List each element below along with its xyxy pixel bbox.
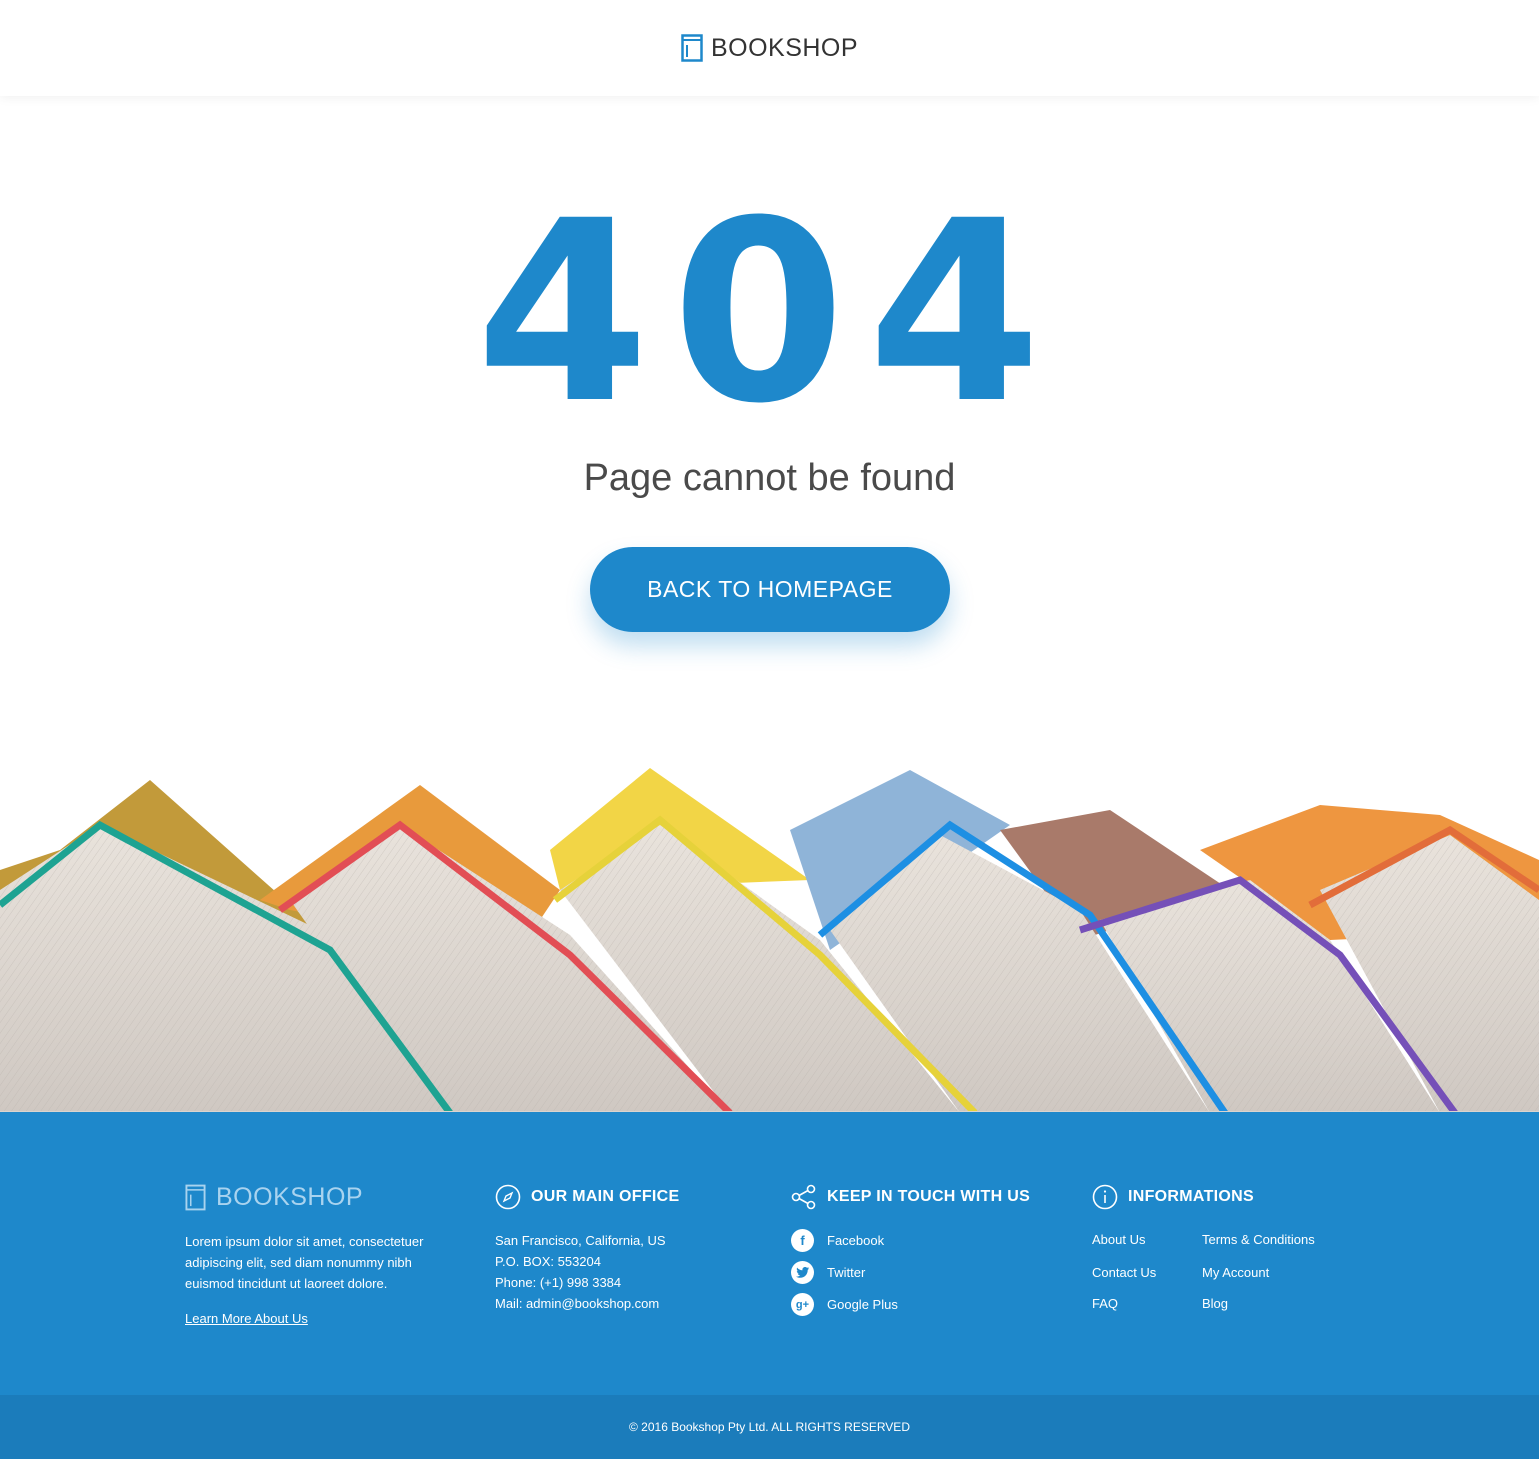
info-icon: [1092, 1184, 1118, 1210]
google-plus-label: Google Plus: [827, 1297, 898, 1312]
facebook-icon: f: [791, 1229, 814, 1252]
site-footer: BOOKSHOP Lorem ipsum dolor sit amet, con…: [0, 1112, 1539, 1395]
office-address: San Francisco, California, US: [495, 1233, 666, 1248]
compass-icon: [495, 1184, 521, 1210]
share-icon: [791, 1184, 816, 1210]
facebook-link[interactable]: f Facebook: [791, 1229, 884, 1252]
twitter-icon: [791, 1261, 814, 1284]
google-plus-link[interactable]: g+ Google Plus: [791, 1293, 898, 1316]
footer-brand[interactable]: BOOKSHOP: [185, 1182, 363, 1212]
twitter-label: Twitter: [827, 1265, 866, 1280]
about-us-link[interactable]: About Us: [1092, 1232, 1145, 1247]
footer-info-heading: INFORMATIONS: [1092, 1182, 1254, 1212]
twitter-link[interactable]: Twitter: [791, 1261, 865, 1284]
footer-info-title: INFORMATIONS: [1128, 1188, 1254, 1205]
footer-office-details: San Francisco, California, US P.O. BOX: …: [495, 1230, 666, 1314]
footer-social-title: KEEP IN TOUCH WITH US: [827, 1188, 1031, 1205]
footer-office-heading: OUR MAIN OFFICE: [495, 1182, 680, 1212]
site-header: BOOKSHOP: [0, 0, 1539, 96]
faq-link[interactable]: FAQ: [1092, 1296, 1118, 1311]
error-code: 404: [475, 167, 1064, 458]
terms-conditions-link[interactable]: Terms & Conditions: [1202, 1232, 1315, 1247]
footer-office-title: OUR MAIN OFFICE: [531, 1188, 680, 1205]
facebook-label: Facebook: [827, 1233, 885, 1248]
brand-name: BOOKSHOP: [710, 33, 859, 62]
my-account-link[interactable]: My Account: [1202, 1265, 1269, 1280]
book-icon: [185, 1184, 206, 1210]
footer-social-heading: KEEP IN TOUCH WITH US: [791, 1182, 1030, 1212]
footer-about-text: Lorem ipsum dolor sit amet, consectetuer…: [185, 1234, 424, 1291]
contact-us-link[interactable]: Contact Us: [1092, 1265, 1156, 1280]
books-illustration: [0, 768, 1539, 1113]
brand-logo[interactable]: BOOKSHOP: [681, 34, 858, 63]
copyright-bar: © 2016 Bookshop Pty Ltd. ALL RIGHTS RESE…: [0, 1395, 1539, 1459]
footer-brand-name: BOOKSHOP: [216, 1182, 364, 1211]
office-po-box: P.O. BOX: 553204: [495, 1254, 601, 1269]
office-phone: Phone: (+1) 998 3384: [495, 1275, 622, 1290]
google-plus-icon: g+: [791, 1293, 814, 1316]
back-to-homepage-button[interactable]: BACK TO HOMEPAGE: [590, 547, 950, 632]
book-icon: [681, 34, 703, 62]
learn-more-link[interactable]: Learn More About Us: [185, 1311, 308, 1326]
error-message: Page cannot be found: [583, 457, 956, 499]
blog-link[interactable]: Blog: [1202, 1296, 1228, 1311]
office-mail: Mail: admin@bookshop.com: [495, 1296, 660, 1311]
copyright-text: © 2016 Bookshop Pty Ltd. ALL RIGHTS RESE…: [629, 1420, 910, 1434]
